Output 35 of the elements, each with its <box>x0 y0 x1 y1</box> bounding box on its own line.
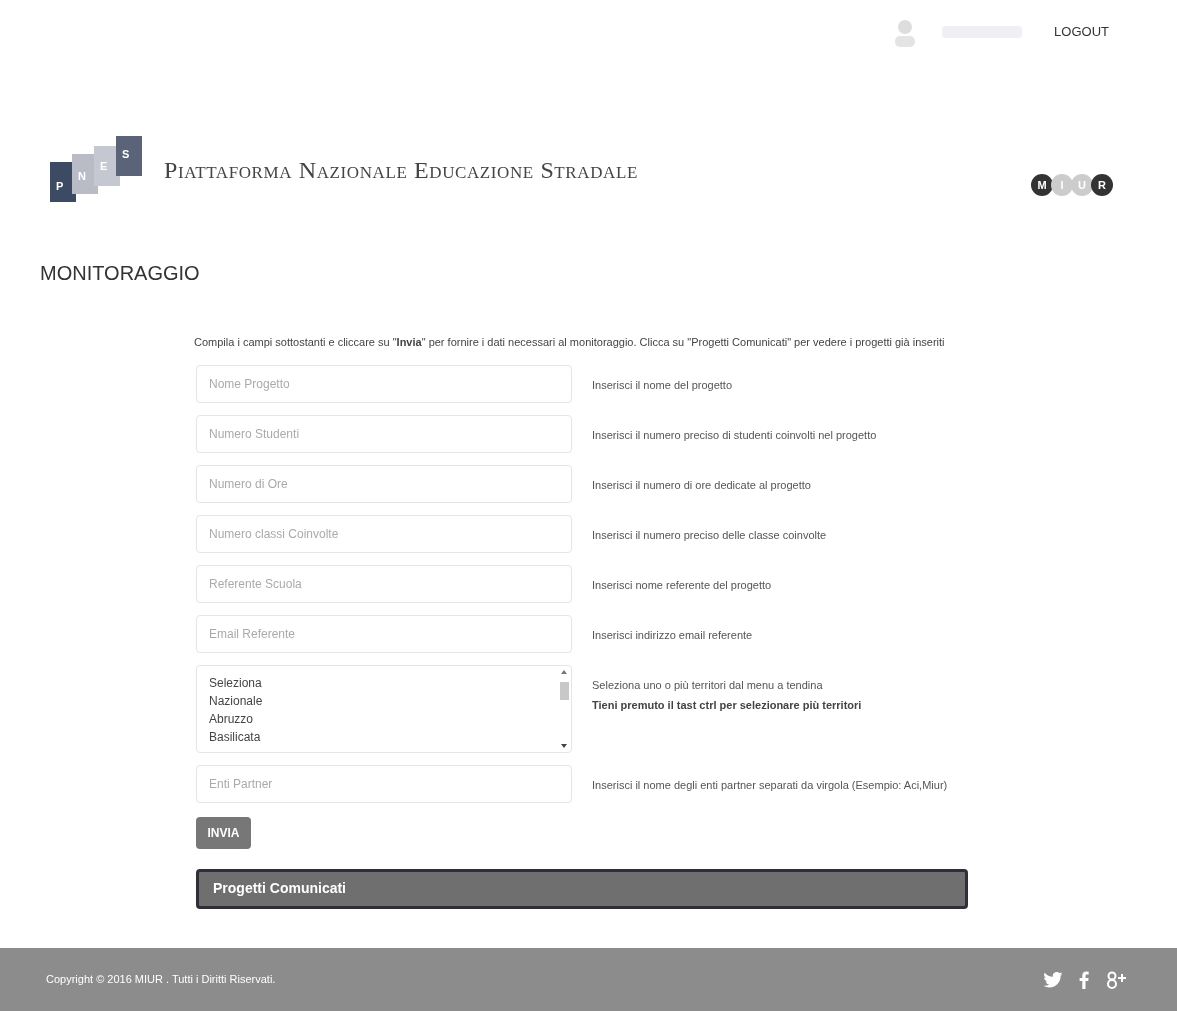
logo-drawing: P N E S <box>48 136 146 204</box>
copyright-text: Copyright © 2016 MIUR . Tutti i Diritti Riservati. <box>46 972 276 988</box>
help-text: Inserisci il nome degli enti partner separati da virgola (Esempio: Aci,Miur) <box>592 777 948 793</box>
input-field[interactable]: Nome Progetto <box>196 364 572 403</box>
logout-link[interactable]: LOGOUT <box>1054 22 1109 42</box>
input-field[interactable]: Email Referente <box>196 614 572 653</box>
help-text: Inserisci indirizzo email referente <box>592 627 753 643</box>
list-option[interactable]: Abruzzo <box>209 709 545 728</box>
site-title: Piattaforma Nazionale Educazione Stradale <box>164 156 638 185</box>
google-plus-icon[interactable] <box>1105 970 1127 989</box>
help-text: Inserisci il numero di ore dedicate al progetto <box>592 477 811 493</box>
help-text: Inserisci nome referente del progetto <box>592 577 772 593</box>
help-text: Tieni premuto il tast ctrl per selezionare più territori <box>592 698 862 713</box>
scroll-up-icon[interactable] <box>561 669 567 674</box>
help-text: Seleziona uno o più territori dal menu a tendina <box>592 677 824 693</box>
page-title: MONITORAGGIO <box>39 261 201 286</box>
multi-select-list[interactable]: Seleziona Nazionale Abruzzo Basilicata <box>196 664 572 753</box>
scroll-thumb[interactable] <box>559 681 569 700</box>
facebook-icon[interactable] <box>1079 970 1089 989</box>
input-field[interactable]: Numero classi Coinvolte <box>196 514 572 553</box>
help-text: Inserisci il numero preciso di studenti coinvolti nel progetto <box>592 427 877 443</box>
help-text: Inserisci il numero preciso delle classe coinvolte <box>592 527 827 543</box>
twitter-icon[interactable] <box>1043 971 1063 988</box>
submit-button[interactable]: INVIA <box>196 816 251 849</box>
list-option[interactable]: Nazionale <box>209 691 545 710</box>
form-instructions: Compila i campi sottostanti e cliccare su "Invia" per fornire i dati necessari al monitoraggio. Clicca su "Progetti Comunicati" per vedere i progetti già inseriti <box>194 335 946 350</box>
input-field[interactable]: Enti Partner <box>196 764 572 803</box>
scroll-down-icon[interactable] <box>561 743 567 748</box>
list-option[interactable]: Seleziona <box>209 673 545 692</box>
input-field[interactable]: Numero Studenti <box>196 414 572 453</box>
help-text: Inserisci il nome del progetto <box>592 377 732 393</box>
projects-bar[interactable]: Progetti Comunicati <box>196 868 968 909</box>
input-field[interactable]: Referente Scuola <box>196 564 572 603</box>
input-field[interactable]: Numero di Ore <box>196 464 572 503</box>
list-option[interactable]: Basilicata <box>209 727 545 746</box>
